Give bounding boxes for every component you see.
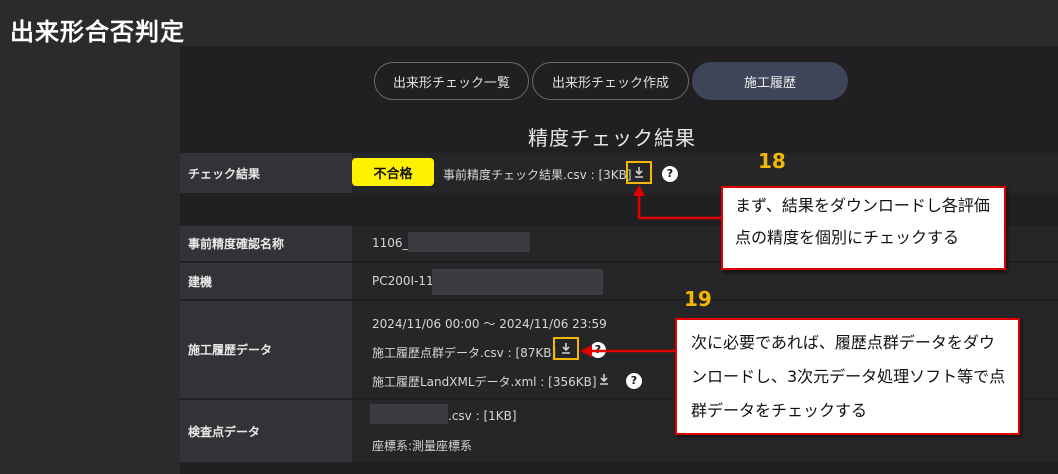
check-result-file-name: 事前精度チェック結果.csv : [3KB] bbox=[443, 168, 632, 182]
redacted-block bbox=[370, 404, 448, 424]
history-date-range: 2024/11/06 00:00 ～ 2024/11/06 23:59 bbox=[372, 317, 607, 331]
download-icon[interactable] bbox=[632, 165, 646, 179]
precision-name-value: 1106_ bbox=[372, 236, 409, 250]
precision-name-label: 事前精度確認名称 bbox=[180, 226, 352, 261]
tab-bar: 出来形チェック一覧 出来形チェック作成 施工履歴 bbox=[374, 62, 851, 100]
app-window: 出来形合否判定 出来形チェック一覧 出来形チェック作成 施工履歴 精度チェック結… bbox=[0, 0, 1058, 474]
callout-text-line: 点の精度を個別にチェックする bbox=[735, 228, 960, 247]
download-icon[interactable] bbox=[597, 372, 611, 386]
tab-check-create[interactable]: 出来形チェック作成 bbox=[532, 62, 689, 100]
page-title: 出来形合否判定 bbox=[10, 18, 185, 46]
machine-value: PC200I-11 bbox=[372, 274, 434, 288]
inspection-coordinate-system: 座標系:測量座標系 bbox=[372, 439, 473, 453]
fail-status-badge: 不合格 bbox=[352, 158, 434, 186]
callout-text-line: まず、結果をダウンロードし各評価 bbox=[735, 196, 990, 215]
inspection-data-label: 検査点データ bbox=[180, 400, 352, 462]
callout-step-18: まず、結果をダウンロードし各評価 点の精度を個別にチェックする bbox=[721, 186, 1006, 270]
history-point-file-name: 施工履歴点群データ.csv : [87KB] bbox=[372, 346, 557, 360]
history-data-label: 施工履歴データ bbox=[180, 301, 352, 398]
download-icon[interactable] bbox=[559, 341, 573, 355]
callout-text-line: 群データをチェックする bbox=[691, 401, 868, 420]
callout-step-19: 次に必要であれば、履歴点群データをダウ ンロードし、3次元データ処理ソフト等で点… bbox=[675, 318, 1020, 435]
callout-text-line: ンロードし、3次元データ処理ソフト等で点 bbox=[691, 367, 1006, 386]
section-title: 精度チェック結果 bbox=[528, 126, 696, 150]
sidebar bbox=[0, 0, 180, 474]
redacted-block bbox=[432, 269, 603, 295]
check-result-label: チェック結果 bbox=[180, 153, 352, 193]
redacted-block bbox=[408, 232, 530, 252]
history-xml-file-name: 施工履歴LandXMLデータ.xml : [356KB] bbox=[372, 375, 597, 389]
help-icon[interactable]: ? bbox=[590, 342, 606, 358]
callout-text-line: 次に必要であれば、履歴点群データをダウ bbox=[691, 333, 995, 352]
step-number-19: 19 bbox=[684, 287, 712, 311]
machine-label: 建機 bbox=[180, 263, 352, 299]
inspection-file-name: .csv : [1KB] bbox=[448, 409, 517, 423]
tab-check-list[interactable]: 出来形チェック一覧 bbox=[374, 62, 529, 100]
step-number-18: 18 bbox=[758, 149, 786, 173]
tab-construction-history[interactable]: 施工履歴 bbox=[692, 62, 848, 100]
help-icon[interactable]: ? bbox=[626, 373, 642, 389]
help-icon[interactable]: ? bbox=[662, 166, 678, 182]
